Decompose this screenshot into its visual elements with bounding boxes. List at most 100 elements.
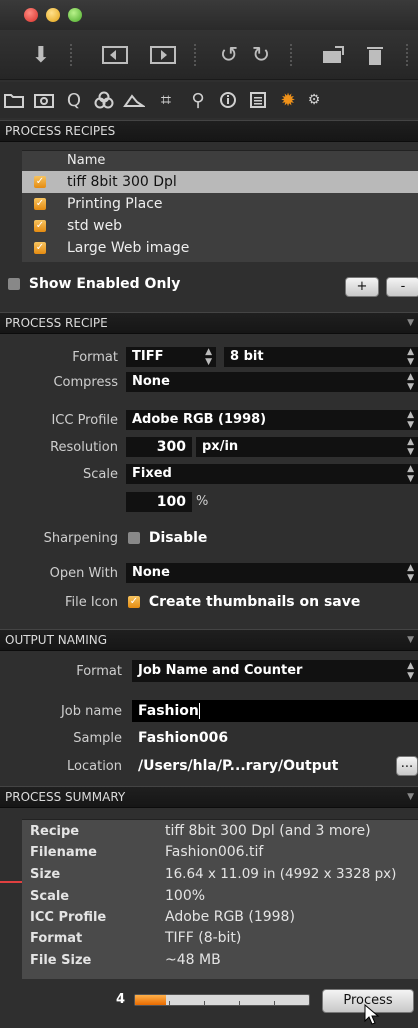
open-with-label: Open With [49, 566, 118, 581]
checkbox[interactable]: ✓ [128, 596, 140, 608]
show-enabled-only-toggle[interactable]: Show Enabled Only [8, 276, 180, 292]
list-icon[interactable] [246, 88, 270, 112]
exposure-icon[interactable] [122, 88, 146, 112]
list-item[interactable]: ✓ tiff 8bit 300 Dpl [22, 171, 418, 193]
minimize-window-button[interactable] [46, 8, 60, 22]
file-icon-toggle[interactable]: ✓ Create thumbnails on save [128, 594, 360, 610]
show-enabled-label: Show Enabled Only [28, 276, 181, 292]
resolution-unit-select[interactable]: px/in ▲ ▼ [196, 437, 418, 457]
browse-location-button[interactable]: ... [396, 756, 418, 776]
color-icon[interactable] [92, 88, 116, 112]
job-name-label: Job name [60, 704, 122, 719]
sharpening-label: Sharpening [43, 531, 118, 546]
icc-profile-value: Adobe RGB (1998) [132, 412, 267, 427]
collapse-icon[interactable]: ▼ [407, 630, 414, 650]
stepper-icon: ▲ ▼ [407, 410, 414, 430]
progress-ticks [135, 1001, 309, 1005]
scale-percent-input[interactable]: 100 [126, 492, 192, 512]
process-recipe-header[interactable]: PROCESS RECIPE ▼ [0, 312, 418, 334]
close-window-button[interactable] [24, 8, 38, 22]
zoom-window-button[interactable] [68, 8, 82, 22]
naming-format-select[interactable]: Job Name and Counter ▲ ▼ [132, 660, 418, 682]
capture-left-icon[interactable] [100, 40, 130, 70]
checkbox[interactable] [128, 532, 140, 544]
scale-select[interactable]: Fixed ▲ ▼ [126, 464, 418, 484]
checkbox[interactable]: ✓ [34, 220, 46, 232]
compress-value: None [132, 374, 170, 389]
summary-value: 100% [165, 888, 206, 904]
import-icon[interactable]: ⬇ [26, 40, 56, 70]
checkbox[interactable] [8, 278, 20, 290]
zoom-icon[interactable]: ⚲ [186, 88, 210, 112]
naming-format-label: Format [76, 664, 122, 679]
scale-label: Scale [83, 467, 118, 482]
summary-key: File Size [30, 953, 92, 968]
format-label: Format [72, 350, 118, 365]
move-icon[interactable] [318, 40, 348, 70]
resolution-input[interactable]: 300 [126, 437, 192, 457]
gear-icon[interactable]: ✹ [276, 88, 300, 112]
checkbox[interactable]: ✓ [34, 242, 46, 254]
crop-icon[interactable]: ⌗ [154, 88, 178, 112]
summary-key: Scale [30, 889, 70, 904]
rotate-right-icon[interactable]: ↻ [246, 40, 276, 70]
process-summary-header[interactable]: PROCESS SUMMARY ▼ [0, 786, 418, 808]
recipe-label: Large Web image [67, 240, 190, 256]
folder-icon[interactable] [2, 88, 26, 112]
summary-key: Format [30, 931, 83, 946]
collapse-icon[interactable]: ▼ [407, 313, 414, 333]
open-with-select[interactable]: None ▲ ▼ [126, 563, 418, 583]
tool-tab-bar: Q ⌗ ⚲ ✹ ⚙ [0, 82, 418, 118]
stepper-icon: ▲ ▼ [407, 661, 414, 681]
stepper-icon: ▲ ▼ [407, 464, 414, 484]
settings-icon[interactable]: ⚙ [302, 88, 326, 112]
queue-count: 4 [116, 992, 126, 1007]
sample-value: Fashion006 [138, 730, 229, 746]
recipe-label: std web [67, 218, 123, 234]
output-naming-header[interactable]: OUTPUT NAMING ▼ [0, 629, 418, 651]
stepper-icon: ▲ ▼ [205, 347, 212, 367]
camera-icon[interactable] [32, 88, 56, 112]
stepper-icon: ▲ ▼ [407, 563, 414, 583]
resolution-value: 300 [156, 439, 186, 455]
sharpening-toggle[interactable]: Disable [128, 530, 207, 546]
title-bar [0, 0, 418, 30]
icc-profile-select[interactable]: Adobe RGB (1998) ▲ ▼ [126, 410, 418, 430]
collapse-icon[interactable]: ▼ [407, 787, 414, 807]
summary-value: Fashion006.tif [165, 844, 264, 860]
column-header-name[interactable]: Name [22, 151, 418, 171]
process-recipes-header[interactable]: PROCESS RECIPES [0, 120, 418, 142]
summary-value: ~48 MB [165, 952, 221, 968]
location-label: Location [67, 759, 122, 774]
rotate-left-icon[interactable]: ↺ [214, 40, 244, 70]
bit-depth-select[interactable]: 8 bit ▲ ▼ [224, 347, 418, 367]
scale-value: Fixed [132, 466, 172, 481]
capture-right-icon[interactable] [148, 40, 178, 70]
toolbar-divider [406, 44, 408, 66]
format-value: TIFF [132, 349, 164, 364]
list-item[interactable]: ✓ Printing Place [22, 193, 418, 215]
section-title: PROCESS RECIPES [5, 124, 116, 138]
section-title: PROCESS SUMMARY [5, 790, 126, 804]
checkbox[interactable]: ✓ [34, 176, 46, 188]
icc-profile-label: ICC Profile [51, 413, 118, 428]
remove-recipe-button[interactable]: - [386, 277, 418, 297]
list-item[interactable]: ✓ Large Web image [22, 237, 418, 259]
trash-icon[interactable] [360, 40, 390, 70]
naming-format-value: Job Name and Counter [138, 663, 303, 678]
location-value: /Users/hla/P...rary/Output [138, 758, 339, 774]
search-icon[interactable]: Q [62, 88, 86, 112]
job-name-input[interactable]: Fashion [132, 700, 418, 722]
format-select[interactable]: TIFF ▲ ▼ [126, 347, 216, 367]
stepper-icon: ▲ ▼ [407, 437, 414, 457]
compress-select[interactable]: None ▲ ▼ [126, 372, 418, 392]
checkbox[interactable]: ✓ [34, 198, 46, 210]
sample-label: Sample [73, 731, 122, 746]
sharpening-value: Disable [148, 530, 208, 546]
text-cursor [198, 703, 200, 719]
info-icon[interactable] [216, 88, 240, 112]
mouse-cursor-icon [364, 1003, 380, 1028]
add-recipe-button[interactable]: + [345, 277, 379, 297]
recipe-label: Printing Place [67, 196, 163, 212]
list-item[interactable]: ✓ std web [22, 215, 418, 237]
